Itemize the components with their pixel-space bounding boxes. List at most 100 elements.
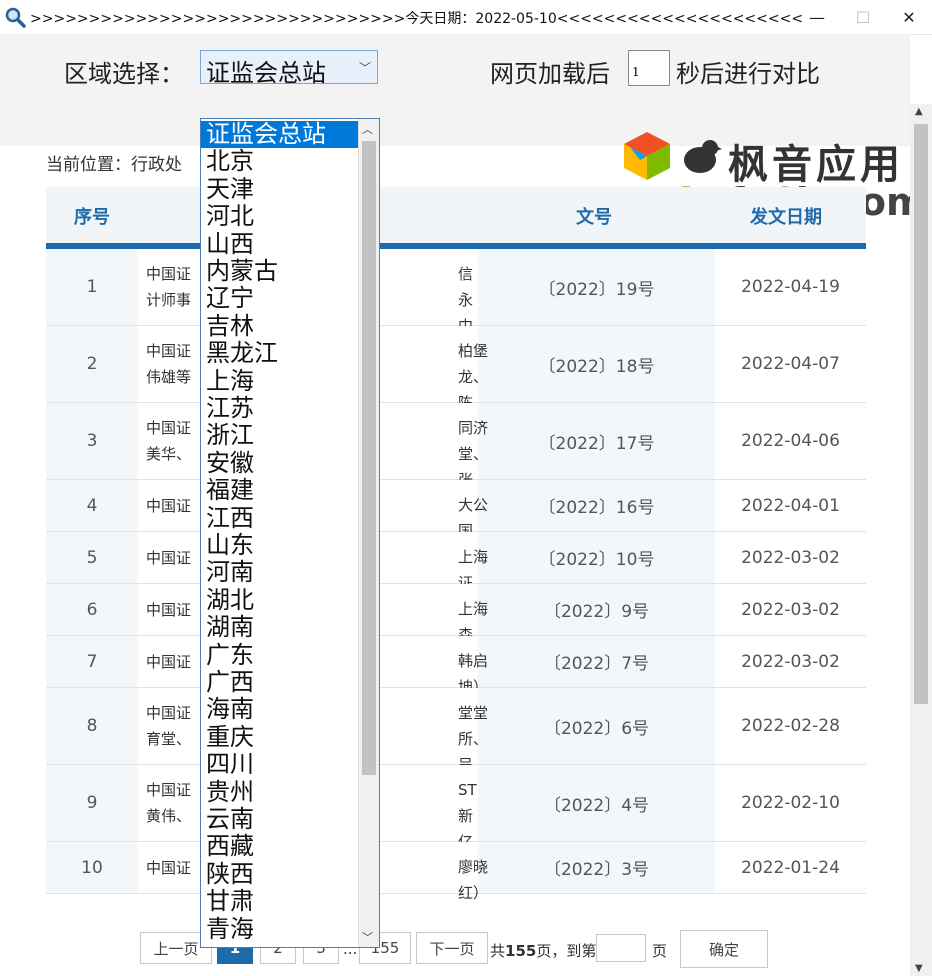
table-row[interactable]: 8中国证育堂、堂堂所、吴〔2022〕6号2022-02-28 bbox=[46, 688, 866, 774]
total-suffix: 页，到第 bbox=[536, 942, 597, 960]
dropdown-option[interactable]: 广西 bbox=[201, 668, 359, 696]
row-no: 2 bbox=[86, 354, 98, 374]
page-scroll-thumb[interactable] bbox=[914, 124, 928, 704]
row-docno: 〔2022〕10号 bbox=[538, 550, 655, 570]
dropdown-option[interactable]: 安徽 bbox=[201, 449, 359, 477]
breadcrumb: 当前位置：行政处 bbox=[46, 155, 182, 175]
row-no: 4 bbox=[86, 495, 98, 516]
dropdown-option[interactable]: 北京 bbox=[201, 148, 359, 175]
dropdown-option[interactable]: 证监会总站 bbox=[201, 120, 359, 149]
table-row[interactable]: 7 中国证 韩启坤） 〔2022〕7号 2022-03-02 bbox=[46, 636, 866, 696]
dropdown-option[interactable]: 黑龙江 bbox=[201, 339, 359, 367]
dropdown-option[interactable]: 上海 bbox=[201, 367, 359, 395]
dropdown-option[interactable]: 湖北 bbox=[201, 586, 359, 614]
table-row[interactable]: 6中国证上海森洋）〔2022〕9号2022-03-02 bbox=[46, 584, 866, 670]
dropdown-option[interactable]: 辽宁 bbox=[201, 285, 359, 312]
row-no: 5 bbox=[86, 547, 98, 568]
row-title-line1: 中国证 bbox=[146, 548, 192, 567]
title-bar: >>>>>>>>>>>>>>>>>>>>>>>>>>>>>>>>今天日期：202… bbox=[0, 0, 932, 35]
dropdown-option[interactable]: 西藏 bbox=[201, 833, 359, 860]
dropdown-option[interactable]: 青海 bbox=[201, 915, 359, 943]
load-delay-input[interactable]: 1 bbox=[628, 50, 670, 86]
scroll-up-icon[interactable]: ︿ bbox=[362, 121, 373, 137]
dropdown-option[interactable]: 河南 bbox=[201, 559, 359, 586]
close-button[interactable]: ✕ bbox=[886, 0, 932, 34]
row-title-line1: 中国证 bbox=[146, 600, 192, 619]
dropdown-option[interactable]: 浙江 bbox=[201, 422, 359, 449]
dropdown-option[interactable]: 四川 bbox=[201, 750, 359, 778]
region-label: 区域选择： bbox=[64, 60, 184, 88]
bird-logo-icon bbox=[684, 140, 722, 173]
confirm-button[interactable]: 确定 bbox=[680, 930, 768, 968]
region-dropdown-list[interactable]: 证监会总站 北京 天津 河北 山西 内蒙古 辽宁 吉林 黑龙江 上海 江苏 浙江 安徽 福建 江西 山东 河南湖… bbox=[200, 118, 380, 948]
dropdown-option[interactable]: 云南 bbox=[201, 805, 359, 833]
next-page-button[interactable]: 下一页 bbox=[416, 932, 488, 964]
header-date: 发文日期 bbox=[750, 207, 822, 228]
row-title-line2: 美华、 bbox=[146, 445, 192, 463]
dropdown-option[interactable]: 河北 bbox=[201, 202, 359, 230]
chevron-down-icon: ﹀ bbox=[358, 61, 371, 75]
header-no: 序号 bbox=[74, 207, 110, 228]
scroll-down-icon[interactable]: ﹀ bbox=[362, 929, 373, 945]
dropdown-option[interactable]: 山东 bbox=[201, 531, 359, 559]
dropdown-option[interactable]: 海南 bbox=[201, 696, 359, 723]
row-date: 2022-04-06 bbox=[715, 403, 866, 479]
dropdown-option[interactable]: 湖南 bbox=[201, 613, 359, 641]
row-no: 8 bbox=[86, 716, 98, 736]
row-docno: 〔2022〕18号 bbox=[538, 356, 655, 377]
row-docno: 〔2022〕6号 bbox=[543, 718, 650, 739]
dropdown-option[interactable]: 天津 bbox=[201, 175, 359, 203]
dropdown-option[interactable]: 内蒙古 bbox=[201, 257, 359, 285]
row-date: 2022-04-19 bbox=[715, 249, 866, 325]
row-no: 6 bbox=[86, 599, 98, 620]
dropdown-scrollbar[interactable]: ︿ ﹀ bbox=[358, 119, 379, 947]
row-date: 2022-03-02 bbox=[715, 584, 866, 635]
row-title-line2: 计师事 bbox=[146, 291, 192, 309]
dropdown-option[interactable]: 福建 bbox=[201, 476, 359, 504]
table-row[interactable]: 1中国证计师事信永中和会〔2022〕19号2022-04-19 bbox=[46, 249, 866, 387]
row-no: 9 bbox=[86, 793, 98, 813]
row-title-line1: 中国证 bbox=[146, 496, 192, 515]
row-no: 3 bbox=[86, 431, 98, 451]
region-select[interactable]: 证监会总站 ﹀ bbox=[200, 50, 378, 87]
table-row[interactable]: 2中国证伟雄等柏堡龙、陈〔2022〕18号2022-04-07 bbox=[46, 326, 866, 412]
goto-page-input[interactable] bbox=[596, 934, 646, 962]
total-pages-text: 共155页，到第 bbox=[490, 940, 596, 961]
table-header: 序号 文号 发文日期 bbox=[46, 187, 866, 249]
dropdown-option[interactable]: 山西 bbox=[201, 230, 359, 258]
dropdown-option[interactable]: 甘肃 bbox=[201, 887, 359, 915]
magnifier-app-icon bbox=[5, 7, 26, 28]
region-select-value: 证监会总站 bbox=[206, 59, 326, 87]
minimize-button[interactable]: — bbox=[794, 0, 840, 34]
windows-logo-icon bbox=[624, 132, 670, 180]
row-docno: 〔2022〕17号 bbox=[538, 433, 655, 454]
row-date: 2022-02-10 bbox=[715, 765, 866, 841]
dropdown-option[interactable]: 江苏 bbox=[201, 394, 359, 422]
dropdown-option[interactable]: 江西 bbox=[201, 504, 359, 532]
row-title-line2: 伟雄等 bbox=[146, 368, 192, 386]
dropdown-option[interactable]: 广东 bbox=[201, 641, 359, 669]
table-row[interactable]: 5中国证上海证华）〔2022〕10号2022-03-02 bbox=[46, 532, 866, 618]
table-row[interactable]: 10 中国证 廖晓红） 〔2022〕3号 2022-01-24 bbox=[46, 842, 866, 902]
row-title-line1: 中国证 bbox=[146, 858, 192, 877]
row-no: 1 bbox=[86, 277, 98, 297]
table-row[interactable]: 9中国证黄伟、ST新亿、〔2022〕4号2022-02-10 bbox=[46, 765, 866, 851]
scroll-up-icon[interactable]: ▲ bbox=[915, 106, 923, 117]
maximize-button[interactable]: ☐ bbox=[840, 0, 886, 34]
row-title-line1: 中国证 bbox=[146, 342, 192, 360]
row-docno: 〔2022〕19号 bbox=[538, 279, 655, 300]
dropdown-scroll-thumb[interactable] bbox=[362, 141, 376, 775]
row-docno: 〔2022〕16号 bbox=[538, 498, 655, 518]
dropdown-option[interactable]: 重庆 bbox=[201, 723, 359, 751]
dropdown-option[interactable]: 吉林 bbox=[201, 312, 359, 340]
row-no: 10 bbox=[81, 857, 103, 878]
table-row[interactable]: 3中国证美华、同济堂、张〔2022〕17号2022-04-06 bbox=[46, 403, 866, 489]
dropdown-option[interactable]: 陕西 bbox=[201, 860, 359, 888]
page-unit-label: 页 bbox=[652, 942, 668, 960]
row-title-line1: 中国证 bbox=[146, 419, 192, 437]
scroll-down-icon[interactable]: ▼ bbox=[915, 963, 923, 974]
row-no: 7 bbox=[86, 651, 98, 672]
table-row[interactable]: 4中国证大公国际）〔2022〕16号2022-04-01 bbox=[46, 480, 866, 566]
dropdown-option[interactable]: 贵州 bbox=[201, 778, 359, 806]
page-scrollbar[interactable]: ▲ ▼ bbox=[910, 104, 932, 976]
